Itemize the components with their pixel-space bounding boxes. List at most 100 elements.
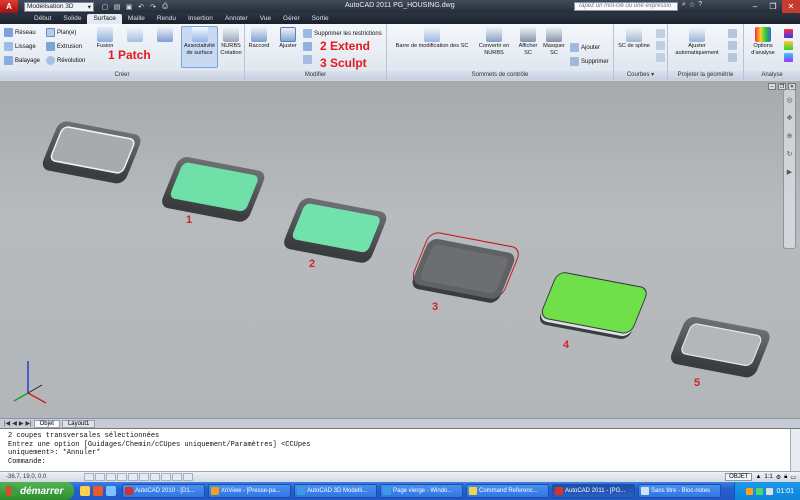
viewport-canvas[interactable] — [0, 81, 800, 418]
command-prompt[interactable]: Commande: — [8, 458, 800, 467]
show-cv-button[interactable]: Afficher SC — [517, 27, 539, 57]
spline-cv-button[interactable]: SC de spline — [616, 27, 652, 50]
dyn-toggle[interactable] — [172, 473, 182, 481]
lissage-button[interactable]: Lissage — [4, 42, 36, 51]
minimize-button[interactable]: – — [746, 0, 764, 13]
project-tool-icon[interactable] — [728, 29, 737, 38]
autocad-logo-icon[interactable]: A — [0, 0, 18, 13]
tab-annoter[interactable]: Annoter — [219, 14, 254, 24]
viewport-minimize-button[interactable]: – — [768, 83, 776, 90]
tray-volume-icon[interactable] — [766, 487, 774, 495]
remove-cv-button[interactable]: Supprimer — [570, 57, 609, 66]
tab-insertion[interactable]: Insertion — [182, 14, 219, 24]
model-space-button[interactable]: OBJET — [725, 473, 753, 481]
polar-toggle[interactable] — [117, 473, 127, 481]
tray-network-icon[interactable] — [756, 487, 764, 495]
tab-objet[interactable]: Objet — [33, 419, 60, 428]
help-search-input[interactable]: Tapez un mot-clé ou une expressio — [574, 2, 678, 11]
open-icon[interactable]: ▤ — [112, 2, 122, 12]
revolution-button[interactable]: Révolution — [46, 56, 85, 65]
firefox-icon[interactable] — [93, 486, 103, 496]
next-tab-arrow-icon[interactable]: ▶ — [19, 420, 24, 427]
print-icon[interactable]: ⎙ — [160, 2, 170, 12]
showmotion-icon[interactable]: ▶ — [787, 168, 792, 176]
cv-edit-bar-button[interactable]: Barre de modification des SC — [389, 27, 475, 50]
start-button[interactable]: démarrer — [0, 482, 74, 500]
osnap-toggle[interactable] — [128, 473, 138, 481]
reseau-button[interactable]: Réseau — [4, 28, 36, 37]
housing-model-frame[interactable] — [668, 316, 772, 379]
coordinates-readout[interactable]: -36.7, 19.0, 0.0 — [0, 474, 80, 480]
save-icon[interactable]: ▣ — [124, 2, 134, 12]
sculpt-button[interactable] — [303, 55, 312, 64]
workspace-switch-icon[interactable]: ⚙ — [776, 474, 781, 481]
taskbar-item[interactable]: Sans titre - Bloc-notes — [638, 484, 721, 498]
curve-tool-icon[interactable] — [656, 29, 665, 38]
panel-label-courbes[interactable]: Courbes ▾ — [614, 71, 667, 80]
project-tool-icon[interactable] — [728, 53, 737, 62]
taskbar-item-active[interactable]: AutoCAD 2011 - [PG... — [552, 484, 635, 498]
lock-icon[interactable]: 🔒︎ — [784, 474, 787, 481]
pan-icon[interactable]: ✥ — [787, 114, 793, 122]
restore-button[interactable]: ❐ — [764, 0, 782, 13]
orbit-icon[interactable]: ↻ — [787, 150, 793, 158]
help-icon[interactable]: ? — [698, 1, 702, 9]
clock[interactable]: 01:01 — [776, 488, 794, 495]
convert-nurbs-button[interactable]: Convertir en NURBS — [475, 27, 513, 57]
extend-button[interactable] — [303, 42, 312, 51]
zoom-icon[interactable]: ⊕ — [787, 132, 793, 140]
surface-associativity-button[interactable]: Associativité de surface — [181, 26, 218, 68]
steering-wheel-icon[interactable]: ◎ — [786, 96, 792, 104]
tray-app-icon[interactable] — [746, 487, 754, 495]
command-line[interactable]: 2 coupes transversales sélectionnées Ent… — [0, 428, 800, 472]
analysis-tool-icon[interactable] — [784, 53, 793, 62]
curve-tool-icon[interactable] — [656, 41, 665, 50]
grid-toggle[interactable] — [95, 473, 105, 481]
snap-toggle[interactable] — [84, 473, 94, 481]
taskbar-item[interactable]: AutoCAD 2010 - [D1... — [122, 484, 205, 498]
taskbar-item[interactable]: Page vierge - Windo... — [380, 484, 463, 498]
analysis-options-button[interactable]: Options d'analyse — [746, 27, 780, 57]
prev-tab-arrow-icon[interactable]: ◀ — [12, 420, 17, 427]
curve-tool-icon[interactable] — [656, 53, 665, 62]
tab-rendu[interactable]: Rendu — [151, 14, 182, 24]
ajuster-button[interactable]: Ajuster — [277, 27, 299, 50]
taskbar-item[interactable]: XnView - [Presse-pa... — [208, 484, 291, 498]
show-desktop-icon[interactable] — [106, 486, 116, 496]
untrim-button[interactable]: Supprimer les restrictions — [303, 29, 382, 38]
redo-icon[interactable]: ↷ — [148, 2, 158, 12]
last-tab-arrow-icon[interactable]: ▶| — [25, 420, 31, 427]
workspace-dropdown[interactable]: Modélisation 3D ▾ — [24, 1, 94, 12]
lwt-toggle[interactable] — [183, 473, 193, 481]
tab-maille[interactable]: Maille — [122, 14, 151, 24]
ortho-toggle[interactable] — [106, 473, 116, 481]
hide-cv-button[interactable]: Masquer SC — [542, 27, 566, 57]
new-icon[interactable]: ▢ — [100, 2, 110, 12]
close-button[interactable]: ✕ — [782, 0, 800, 13]
add-cv-button[interactable]: Ajouter — [570, 43, 600, 52]
clean-screen-icon[interactable]: ▭ — [790, 474, 796, 481]
housing-model-extend[interactable] — [281, 197, 389, 265]
tab-layout1[interactable]: Layout1 — [61, 419, 96, 428]
plane-button[interactable]: Plan(e) — [46, 28, 76, 37]
tab-gerer[interactable]: Gérer — [277, 14, 306, 24]
auto-trim-button[interactable]: Ajuster automatiquement — [672, 27, 722, 57]
ducs-toggle[interactable] — [161, 473, 171, 481]
first-tab-arrow-icon[interactable]: |◀ — [4, 420, 10, 427]
extrusion-button[interactable]: Extrusion — [46, 42, 82, 51]
project-tool-icon[interactable] — [728, 41, 737, 50]
housing-model-sculpt[interactable] — [408, 231, 522, 304]
tab-vue[interactable]: Vue — [254, 14, 277, 24]
nurbs-creation-button[interactable]: NURBS Création — [219, 27, 243, 57]
annotation-scale-icon[interactable]: ▲ — [755, 474, 761, 480]
3d-osnap-toggle[interactable] — [139, 473, 149, 481]
tab-surface[interactable]: Surface — [87, 14, 122, 24]
housing-model-patch[interactable] — [159, 156, 267, 224]
tab-debut[interactable]: Début — [28, 14, 57, 24]
raccord-button[interactable]: Raccord — [248, 27, 270, 50]
tab-solide[interactable]: Solide — [57, 14, 87, 24]
undo-icon[interactable]: ↶ — [136, 2, 146, 12]
star-icon[interactable]: ☆ — [689, 1, 695, 9]
patch-button[interactable] — [122, 27, 148, 43]
otrack-toggle[interactable] — [150, 473, 160, 481]
